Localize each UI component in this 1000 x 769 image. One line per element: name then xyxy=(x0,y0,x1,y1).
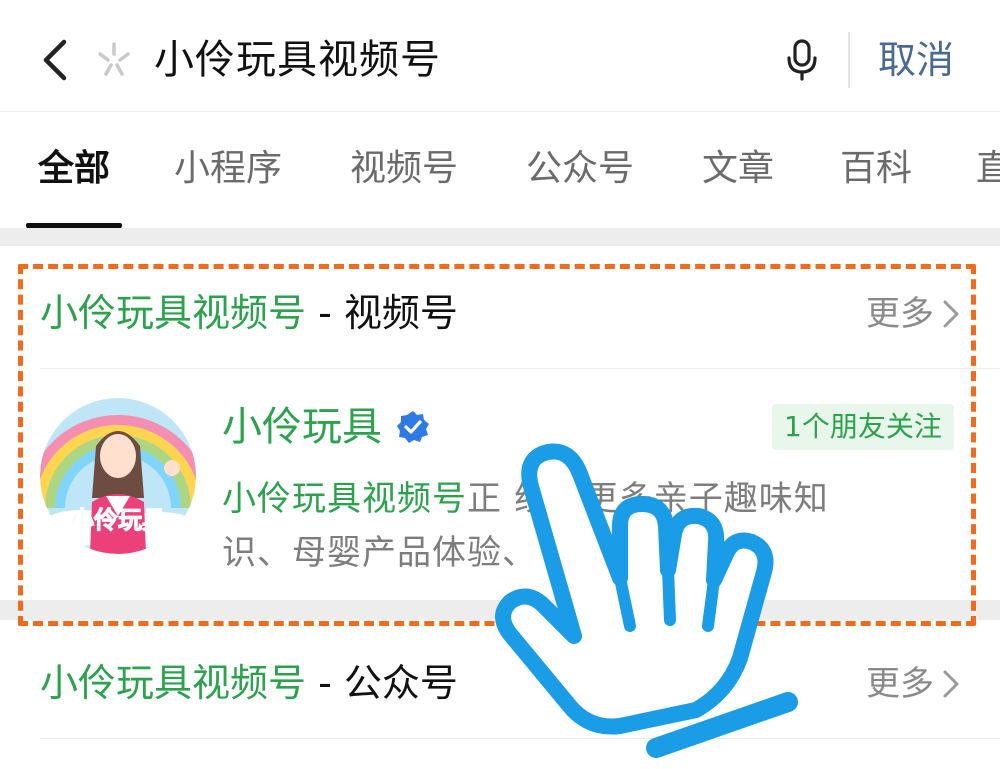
tab-official-accounts[interactable]: 公众号 xyxy=(526,147,634,191)
section-gap xyxy=(0,228,1000,246)
tab-articles[interactable]: 文章 xyxy=(702,147,774,191)
section-keyword: 小伶玩具视频号 xyxy=(40,661,307,705)
section-keyword: 小伶玩具视频号 xyxy=(40,291,307,335)
tab-bar: 全部 小程序 视频号 公众号 文章 百科 直 xyxy=(0,113,1000,228)
verified-icon xyxy=(397,411,429,443)
section-title-official-accounts: 小伶玩具视频号 - 公众号 xyxy=(40,660,458,706)
avatar-logo-text: 小伶玩具 xyxy=(70,506,166,534)
tab-encyclopedia[interactable]: 百科 xyxy=(840,147,912,191)
avatar[interactable]: 小伶玩具 xyxy=(40,398,196,554)
section-suffix: - 公众号 xyxy=(306,661,458,705)
cancel-button[interactable]: 取消 xyxy=(878,36,954,84)
more-button-channels[interactable]: 更多 xyxy=(866,292,960,336)
back-icon[interactable] xyxy=(36,36,76,84)
section-suffix: - 视频号 xyxy=(306,291,458,335)
account-name[interactable]: 小伶玩具 xyxy=(222,402,382,452)
search-bar: 小伶玩具视频号 取消 xyxy=(0,0,1000,112)
tab-mini-program[interactable]: 小程序 xyxy=(174,147,282,191)
section-title-channels: 小伶玩具视频号 - 视频号 xyxy=(40,290,458,336)
tab-channels[interactable]: 视频号 xyxy=(350,147,458,191)
more-label: 更多 xyxy=(866,664,934,704)
divider xyxy=(848,32,850,88)
desc-keyword: 小伶玩具视频号 xyxy=(222,479,467,519)
chevron-right-icon xyxy=(943,670,959,698)
more-button-official-accounts[interactable]: 更多 xyxy=(866,662,960,706)
more-label: 更多 xyxy=(866,294,934,334)
tab-all[interactable]: 全部 xyxy=(38,147,110,191)
hand-pointer-icon xyxy=(495,443,798,758)
tab-live[interactable]: 直 xyxy=(976,147,1000,191)
search-input[interactable]: 小伶玩具视频号 xyxy=(154,36,441,84)
chevron-right-icon xyxy=(943,300,959,328)
divider xyxy=(40,368,1000,369)
spark-icon xyxy=(98,42,130,76)
mic-icon[interactable] xyxy=(784,38,820,82)
